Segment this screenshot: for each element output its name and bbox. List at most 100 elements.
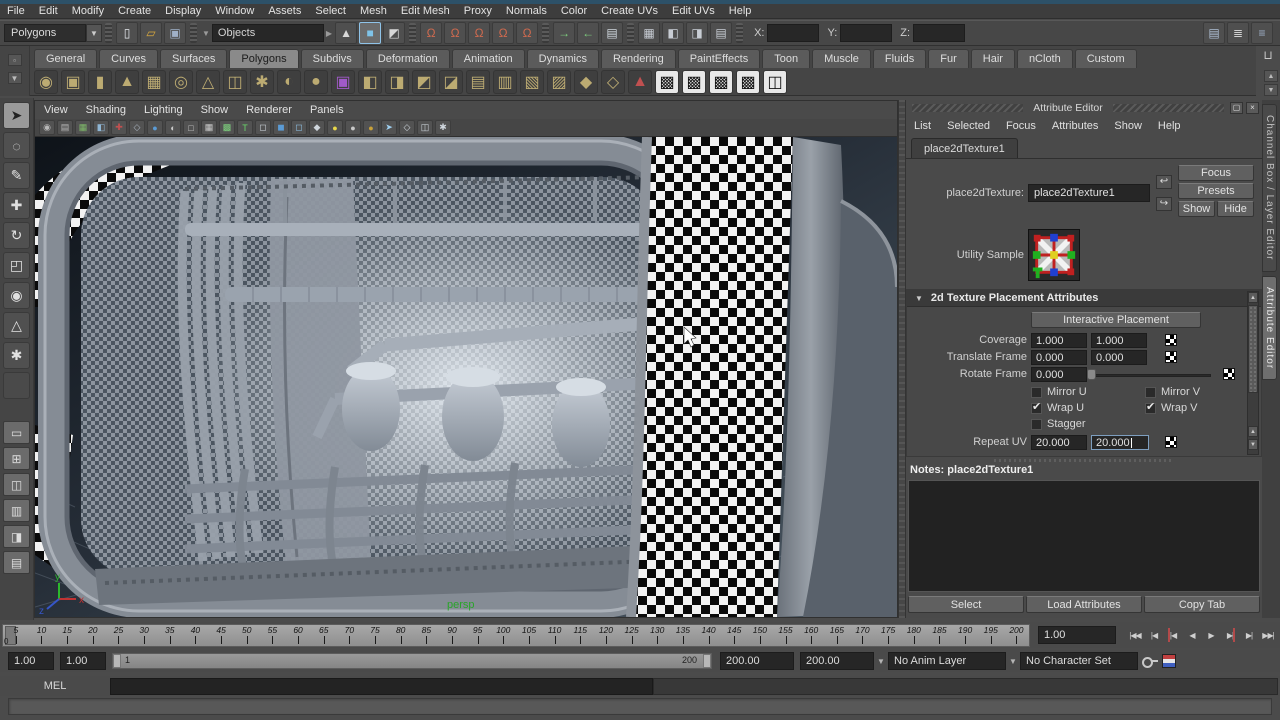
shelf-tab[interactable]: Fluids [873, 49, 926, 68]
snap-to-grids-icon[interactable]: Ω [420, 22, 442, 44]
timeline-tick[interactable]: 185 [927, 625, 953, 646]
hide-button[interactable]: Hide [1217, 201, 1254, 217]
soft-modification-tool[interactable]: △ [3, 312, 30, 339]
timeline-tick[interactable]: 190 [952, 625, 978, 646]
xray-icon[interactable]: ◇ [399, 120, 415, 135]
rotate-frame-input[interactable]: 0.000 [1031, 367, 1087, 382]
go-to-start-button[interactable]: |◀◀ [1126, 626, 1144, 644]
menu-item[interactable]: Proxy [457, 5, 499, 17]
timeline-tick[interactable]: 10 [29, 625, 55, 646]
viewport-canvas[interactable]: y x z persp [35, 137, 897, 617]
smooth-icon[interactable]: ● [304, 70, 328, 94]
shelf-tab[interactable]: Deformation [366, 49, 450, 68]
notes-splitter[interactable] [906, 457, 1262, 464]
open-scene-icon[interactable]: ▱ [140, 22, 162, 44]
planar-mapping-icon[interactable]: ▩ [655, 70, 679, 94]
section-grip[interactable] [409, 23, 416, 43]
timeline-tick[interactable]: 70 [337, 625, 363, 646]
select-button[interactable]: Select [908, 596, 1024, 613]
wireframe-icon[interactable]: ◇ [129, 120, 145, 135]
bounding-box-icon[interactable]: □ [183, 120, 199, 135]
menu-item[interactable]: Create [111, 5, 158, 17]
flat-shade-icon[interactable]: ◐ [165, 120, 181, 135]
timeline-tick[interactable]: 90 [439, 625, 465, 646]
coverage-u-input[interactable]: 1.000 [1031, 333, 1087, 348]
mel-input[interactable] [110, 678, 653, 695]
make-live-icon[interactable]: Ω [516, 22, 538, 44]
menu-item[interactable]: Modify [65, 5, 111, 17]
object-mode-icon[interactable]: ■ [359, 22, 381, 44]
xray-active-icon[interactable]: ◫ [417, 120, 433, 135]
mirror-v-checkbox[interactable]: ✔Mirror V [1145, 386, 1200, 398]
coverage-map-button[interactable] [1165, 334, 1177, 346]
input-connection-icon[interactable]: ↩ [1156, 175, 1172, 189]
texture-text-icon[interactable]: T [237, 120, 253, 135]
timeline-tick[interactable]: 15 [54, 625, 80, 646]
timeline-tick[interactable]: 165 [824, 625, 850, 646]
menu-item[interactable]: Display [158, 5, 208, 17]
last-tool-used[interactable] [3, 372, 30, 399]
attribute-editor-menu-item[interactable]: Focus [998, 120, 1044, 132]
shelf-tab[interactable]: Hair [971, 49, 1015, 68]
snap-to-view-planes-icon[interactable]: Ω [492, 22, 514, 44]
wrap-u-checkbox[interactable]: ✔Wrap U [1031, 402, 1084, 414]
presets-button[interactable]: Presets [1178, 183, 1254, 199]
character-set-dropdown-arrow[interactable]: ▼ [1006, 652, 1020, 670]
shelf-tab[interactable]: Polygons [229, 49, 298, 68]
timeline-tick[interactable]: 200 [1004, 625, 1030, 646]
poly-cone-icon[interactable]: ▲ [115, 70, 139, 94]
single-pane-layout-button[interactable]: ▭ [3, 421, 30, 444]
timeline-tick[interactable]: 30 [131, 625, 157, 646]
timeline-tick[interactable]: 180 [901, 625, 927, 646]
timeline-tick[interactable]: 155 [773, 625, 799, 646]
hierarchy-mode-icon[interactable]: ▲ [335, 22, 357, 44]
coverage-v-input[interactable]: 1.000 [1091, 333, 1147, 348]
attribute-editor-menu-item[interactable]: List [906, 120, 939, 132]
paint-select-tool[interactable]: ✎ [3, 162, 30, 189]
attribute-editor-toggle-icon[interactable]: ≣ [1227, 22, 1249, 44]
section-grip[interactable] [736, 23, 743, 43]
menu-set-dropdown-arrow[interactable]: ▼ [86, 24, 102, 42]
image-plane-icon[interactable]: ▦ [75, 120, 91, 135]
load-attributes-button[interactable]: Load Attributes [1026, 596, 1142, 613]
timeline-tick[interactable]: 80 [388, 625, 414, 646]
output-connections-icon[interactable]: ← [577, 22, 599, 44]
drag-handle[interactable] [912, 104, 1023, 112]
dock-tab[interactable]: Attribute Editor [1262, 276, 1277, 380]
persp-uv-layout-button[interactable]: ▤ [3, 551, 30, 574]
timeline-tick[interactable]: 45 [208, 625, 234, 646]
poly-helix-icon[interactable]: ✱ [250, 70, 274, 94]
menu-item[interactable]: Normals [499, 5, 554, 17]
timeline-tick[interactable]: 5 [3, 625, 29, 646]
attribute-editor-menu-item[interactable]: Help [1150, 120, 1189, 132]
attribute-editor-menu-item[interactable]: Attributes [1044, 120, 1106, 132]
anim-layer-select[interactable]: No Anim Layer [888, 652, 1006, 670]
y-coord-input[interactable] [840, 24, 892, 42]
timeline-tick[interactable]: 25 [106, 625, 132, 646]
automatic-mapping-icon[interactable]: ▩ [736, 70, 760, 94]
rotate-frame-slider-handle[interactable] [1087, 369, 1096, 380]
panel-splitter[interactable] [898, 100, 906, 618]
timeline-tick[interactable]: 150 [747, 625, 773, 646]
x-coord-input[interactable] [767, 24, 819, 42]
bevel-icon[interactable]: ◩ [412, 70, 436, 94]
selected-lights-icon[interactable]: ◻ [291, 120, 307, 135]
timeline-tick[interactable]: 105 [516, 625, 542, 646]
mirror-geometry-icon[interactable]: ▨ [547, 70, 571, 94]
channel-box-toggle-icon[interactable]: ▤ [1203, 22, 1225, 44]
stagger-checkbox[interactable]: ✔Stagger [1031, 418, 1086, 430]
timeline-tick[interactable]: 75 [362, 625, 388, 646]
menu-item[interactable]: Select [308, 5, 353, 17]
output-connection-icon[interactable]: ↪ [1156, 197, 1172, 211]
four-pane-layout-button[interactable]: ⊞ [3, 447, 30, 470]
timeline-tick[interactable]: 145 [721, 625, 747, 646]
playback-end-input[interactable]: 200.00 [720, 652, 794, 670]
trash-icon[interactable]: ⊔ [1260, 48, 1276, 64]
timeline-tick[interactable]: 60 [285, 625, 311, 646]
render-settings-icon[interactable]: ▤ [710, 22, 732, 44]
save-scene-icon[interactable]: ▣ [164, 22, 186, 44]
shelf-tab-arrow-icon[interactable]: ▼ [8, 72, 22, 84]
mel-label[interactable]: MEL [0, 680, 110, 692]
checker-sphere-icon[interactable]: ◆ [309, 120, 325, 135]
poly-prism-icon[interactable]: △ [196, 70, 220, 94]
